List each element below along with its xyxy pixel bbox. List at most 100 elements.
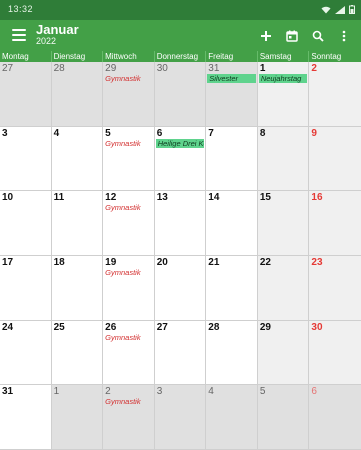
day-number: 8 [259, 127, 266, 139]
day-number: 5 [105, 127, 111, 139]
day-cell[interactable]: 11 [51, 191, 104, 256]
day-cell[interactable]: 22 [257, 255, 310, 321]
day-cell[interactable]: 23 [309, 255, 361, 321]
signal-icon [335, 5, 345, 14]
day-cell[interactable]: 5 Gymnastik [103, 126, 155, 192]
day-number: 15 [259, 192, 271, 204]
year-label: 2022 [36, 36, 57, 47]
status-time: 13:32 [8, 4, 34, 14]
event-chip[interactable]: Silvester [207, 74, 256, 83]
day-number: 5 [259, 386, 266, 398]
day-number: 14 [208, 192, 220, 204]
day-cell[interactable]: 26 Gymnastik [103, 320, 155, 386]
day-cell[interactable]: 13 [154, 191, 207, 256]
day-number: 2 [311, 63, 317, 74]
day-number: 3 [156, 386, 163, 398]
day-number: 30 [311, 321, 323, 333]
day-cell[interactable]: 16 [309, 191, 361, 256]
day-cell[interactable]: 10 [0, 191, 52, 256]
day-cell[interactable]: 5 [257, 385, 310, 450]
event-label[interactable]: Gymnastik [104, 397, 153, 406]
day-cell[interactable]: 6 [309, 385, 361, 450]
day-cell[interactable]: 3 [0, 126, 52, 192]
event-label[interactable]: Gymnastik [104, 268, 153, 277]
day-number: 22 [259, 256, 271, 268]
month-label: Januar [36, 22, 79, 37]
search-icon[interactable] [307, 26, 329, 46]
day-cell[interactable]: 20 [154, 255, 207, 321]
day-number: 6 [311, 386, 317, 398]
day-cell[interactable]: 8 [257, 126, 310, 192]
event-label[interactable]: Gymnastik [104, 203, 153, 212]
day-number: 9 [311, 127, 317, 139]
day-number: 13 [156, 192, 168, 204]
month-title[interactable]: Januar 2022 [36, 22, 79, 47]
day-cell[interactable]: 28 [51, 62, 104, 127]
weekday-header: Montag Dienstag Mittwoch Donnerstag Frei… [0, 51, 361, 62]
day-cell[interactable]: 31 Silvester [206, 62, 258, 127]
day-cell[interactable]: 29 [257, 320, 310, 386]
day-cell[interactable]: 21 [206, 255, 258, 321]
weekday-label: Dienstag [52, 51, 104, 62]
day-cell[interactable]: 12 Gymnastik [103, 191, 155, 256]
day-number: 11 [53, 192, 65, 204]
battery-icon [349, 5, 355, 14]
day-cell[interactable]: 17 [0, 255, 52, 321]
event-chip[interactable]: Neujahrstag [258, 74, 308, 83]
day-cell[interactable]: 2 Gymnastik [103, 385, 155, 450]
day-cell[interactable]: 1 [51, 385, 104, 450]
day-cell[interactable]: 3 [154, 385, 207, 450]
menu-icon[interactable] [12, 29, 26, 41]
day-number: 18 [53, 256, 65, 268]
day-number: 4 [53, 127, 60, 139]
event-label[interactable]: Gymnastik [104, 333, 153, 342]
day-cell[interactable]: 15 [257, 191, 310, 256]
day-number: 1 [259, 63, 266, 74]
day-cell[interactable]: 25 [51, 320, 104, 386]
day-cell[interactable]: 1 Neujahrstag [257, 62, 310, 127]
day-cell[interactable]: 28 [206, 320, 258, 386]
day-cell[interactable]: 27 [154, 320, 207, 386]
day-cell[interactable]: 6 Heilige Drei Kö [154, 126, 207, 192]
day-number: 19 [105, 256, 117, 268]
calendar-today-icon[interactable] [281, 26, 303, 46]
day-number: 7 [208, 127, 214, 139]
day-cell[interactable]: 4 [206, 385, 258, 450]
weekday-label: Donnerstag [155, 51, 207, 62]
more-vert-icon[interactable] [333, 26, 355, 46]
day-number: 24 [2, 321, 14, 333]
day-cell[interactable]: 31 [0, 385, 52, 450]
day-cell[interactable]: 30 [309, 320, 361, 386]
day-number: 28 [53, 63, 65, 74]
day-number: 31 [2, 386, 14, 398]
day-number: 3 [2, 127, 8, 139]
add-icon[interactable] [255, 26, 277, 46]
day-number: 27 [156, 321, 168, 333]
day-cell[interactable]: 4 [51, 126, 104, 192]
day-number: 20 [156, 256, 168, 268]
day-cell[interactable]: 30 [154, 62, 207, 127]
day-cell[interactable]: 24 [0, 320, 52, 386]
event-label[interactable]: Gymnastik [104, 74, 153, 83]
day-number: 4 [208, 386, 214, 398]
app-bar: Januar 2022 [0, 20, 361, 51]
day-number: 6 [156, 127, 163, 139]
day-number: 1 [53, 386, 60, 398]
day-number: 2 [105, 386, 111, 398]
day-cell[interactable]: 14 [206, 191, 258, 256]
day-cell[interactable]: 9 [309, 126, 361, 192]
day-number: 10 [2, 192, 14, 204]
day-cell[interactable]: 7 [206, 126, 258, 192]
day-cell[interactable]: 2 [309, 62, 361, 127]
day-cell[interactable]: 18 [51, 255, 104, 321]
day-number: 30 [156, 63, 168, 74]
day-number: 28 [208, 321, 220, 333]
day-cell[interactable]: 27 [0, 62, 52, 127]
day-number: 27 [2, 63, 14, 74]
day-cell[interactable]: 19 Gymnastik [103, 255, 155, 321]
event-label[interactable]: Gymnastik [104, 139, 153, 148]
day-number: 23 [311, 256, 323, 268]
weekday-label: Sonntag [311, 52, 342, 61]
day-cell[interactable]: 29 Gymnastik [103, 62, 155, 127]
event-chip[interactable]: Heilige Drei Kö [155, 138, 205, 148]
